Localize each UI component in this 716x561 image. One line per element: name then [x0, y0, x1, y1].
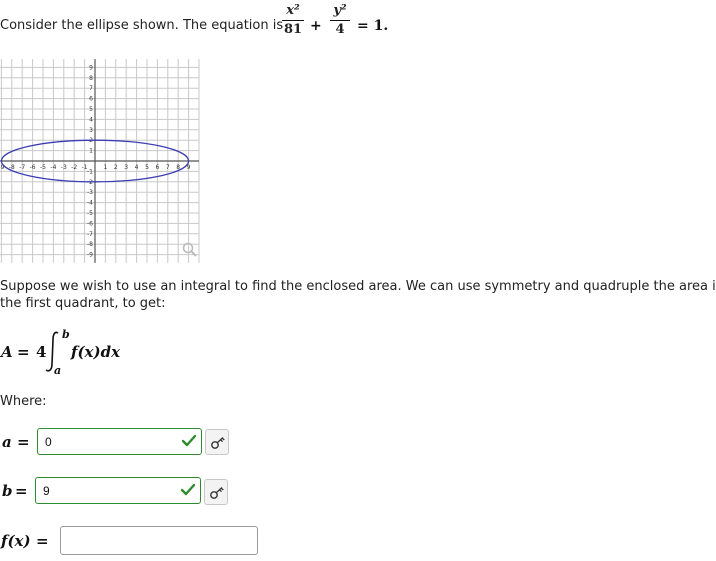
- y-tick-label: -1: [87, 168, 93, 175]
- x-tick-label: 2: [114, 164, 118, 171]
- f-input[interactable]: [60, 526, 258, 555]
- formula-equals: =: [17, 343, 30, 361]
- x-tick-label: 5: [145, 164, 149, 171]
- y-tick-label: -6: [87, 220, 93, 227]
- y-tick-label: 9: [89, 64, 93, 71]
- x-tick-label: 1: [103, 164, 107, 171]
- x-tick-label: -3: [61, 164, 67, 171]
- b-key-button[interactable]: [204, 479, 228, 505]
- key-icon: [210, 487, 224, 499]
- y-tick-label: -8: [87, 241, 93, 248]
- where-label: Where:: [0, 394, 47, 409]
- a-input[interactable]: 0: [37, 428, 202, 455]
- ellipse-graph: -9-8-7-6-5-4-3-2-1123456789987654321-1-2…: [0, 56, 205, 263]
- integrand: f(x)dx: [71, 343, 121, 361]
- check-icon: [180, 483, 196, 496]
- x-tick-label: -4: [50, 164, 56, 171]
- f-label: f(x): [1, 532, 31, 550]
- x-tick-label: 6: [155, 164, 159, 171]
- a-key-button[interactable]: [205, 429, 229, 455]
- y-fraction-numerator: y²: [333, 3, 347, 18]
- b-input-value: 9: [43, 484, 50, 498]
- b-equals: =: [15, 482, 28, 500]
- x-tick-label: 3: [124, 164, 128, 171]
- y-tick-label: 7: [89, 85, 93, 92]
- y-tick-label: 6: [89, 96, 93, 103]
- key-icon: [211, 437, 225, 449]
- b-input[interactable]: 9: [35, 477, 201, 504]
- a-equals: =: [17, 433, 30, 451]
- y-tick-label: -5: [87, 210, 93, 217]
- a-input-value: 0: [45, 435, 52, 449]
- formula-lhs: A: [1, 343, 13, 361]
- y-fraction-denominator: 4: [335, 22, 345, 37]
- b-label: b: [2, 482, 13, 500]
- y-fraction: y² 4: [330, 3, 350, 38]
- intro-text: Consider the ellipse shown. The equation…: [0, 18, 284, 33]
- y-tick-label: 4: [89, 116, 93, 123]
- x-fraction: x² 81: [282, 3, 304, 38]
- y-tick-label: 5: [89, 106, 93, 113]
- x-tick-label: 7: [166, 164, 170, 171]
- y-tick-label: -9: [87, 252, 93, 259]
- plus-sign: +: [310, 18, 322, 34]
- graph-canvas: -9-8-7-6-5-4-3-2-1123456789987654321-1-2…: [0, 56, 200, 263]
- x-tick-label: -6: [30, 164, 36, 171]
- x-tick-label: -5: [40, 164, 46, 171]
- equation-rhs: = 1.: [357, 18, 389, 34]
- y-tick-label: -4: [87, 200, 93, 207]
- setup-text-line2: the first quadrant, to get:: [0, 296, 166, 311]
- y-tick-label: -3: [87, 189, 93, 196]
- setup-text-line1: Suppose we wish to use an integral to fi…: [0, 279, 716, 294]
- y-tick-label: 3: [89, 127, 93, 134]
- x-fraction-numerator: x²: [286, 3, 300, 18]
- y-tick-label: 1: [89, 148, 93, 155]
- f-equals: =: [36, 532, 49, 550]
- area-formula: A = 4 b a f(x)dx: [0, 326, 160, 377]
- y-tick-label: 8: [89, 75, 93, 82]
- x-tick-label: -7: [19, 164, 25, 171]
- lower-limit: a: [54, 364, 62, 377]
- x-tick-label: -2: [71, 164, 77, 171]
- x-tick-label: 4: [135, 164, 139, 171]
- check-icon: [181, 434, 197, 447]
- upper-limit: b: [62, 328, 70, 341]
- y-tick-label: -7: [87, 231, 93, 238]
- a-label: a: [2, 433, 12, 451]
- x-fraction-denominator: 81: [283, 22, 303, 37]
